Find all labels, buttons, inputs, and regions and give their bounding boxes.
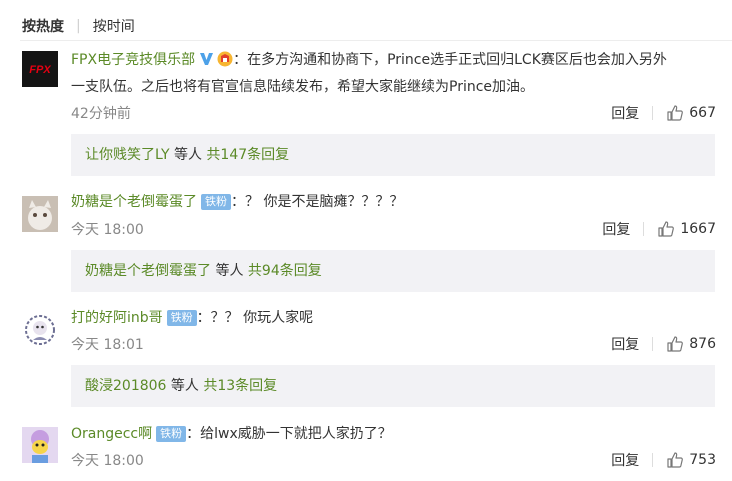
like-count: 876 <box>689 336 716 352</box>
fan-level-badge: 铁粉 <box>166 310 197 326</box>
header-divider <box>20 40 732 41</box>
action-divider <box>652 337 654 351</box>
sort-separator: | <box>76 18 81 34</box>
comment-meta: 今天 18:00 回复 1667 <box>71 219 716 239</box>
reply-author[interactable]: 让你贱笑了LY <box>85 147 170 163</box>
like-count: 753 <box>689 452 716 468</box>
action-divider <box>652 453 654 467</box>
comment-username[interactable]: Orangecc啊 <box>71 426 152 442</box>
cartoon-avatar-icon <box>22 312 58 348</box>
comment-time: 今天 18:01 <box>71 337 144 353</box>
reply-mid-text: 等人 <box>169 147 207 163</box>
reply-count-link[interactable]: 共94条回复 <box>248 263 322 279</box>
comment-time: 42分钟前 <box>71 106 131 122</box>
comment-actions: 回复 1667 <box>602 219 716 239</box>
svg-text:FPX: FPX <box>29 64 51 76</box>
reply-mid-text: 等人 <box>211 263 248 279</box>
comment-username[interactable]: FPX电子竞技俱乐部 <box>71 52 195 68</box>
reply-button[interactable]: 回复 <box>611 450 639 470</box>
comment-text-line-1: FPX电子竞技俱乐部 ：在多方沟通和协商下，Prince选手正式回归LCK赛区后也… <box>71 48 716 72</box>
replies-summary[interactable]: 让你贱笑了LY 等人 共147条回复 <box>71 134 715 176</box>
fan-level-badge: 铁粉 <box>201 194 231 210</box>
fan-level-badge: 铁粉 <box>156 426 187 442</box>
sort-by-hot-tab[interactable]: 按热度 <box>22 16 64 36</box>
action-divider <box>643 222 645 236</box>
comment-text-line-1: 奶糖是个老倒霉蛋了 铁粉：？ 你是不是脑瘫？？？？ <box>71 190 716 214</box>
comment-text-line-1: 打的好阿inb哥 铁粉：？？ 你玩人家呢 <box>71 306 716 330</box>
like-count: 1667 <box>680 221 716 237</box>
avatar[interactable] <box>22 312 58 348</box>
reply-author[interactable]: 奶糖是个老倒霉蛋了 <box>85 263 211 279</box>
thumbs-up-icon[interactable] <box>657 220 675 238</box>
thumbs-up-icon[interactable] <box>666 335 684 353</box>
comment-body: ：？？ 你玩人家呢 <box>196 310 314 326</box>
reply-button[interactable]: 回复 <box>611 334 639 354</box>
avatar[interactable] <box>22 427 58 463</box>
comment-text-line-2: 一支队伍。之后也将有官宣信息陆续发布，希望大家能继续为Prince加油。 <box>71 79 535 95</box>
replies-summary[interactable]: 奶糖是个老倒霉蛋了 等人 共94条回复 <box>71 250 715 292</box>
comment-actions: 回复 753 <box>611 450 716 470</box>
comment-username[interactable]: 打的好阿inb哥 <box>71 310 163 326</box>
reply-count-link[interactable]: 共147条回复 <box>206 147 289 163</box>
comment-meta: 今天 18:01 回复 876 <box>71 334 716 354</box>
verified-v-icon <box>200 53 214 65</box>
comment-actions: 回复 876 <box>611 334 716 354</box>
comment-username[interactable]: 奶糖是个老倒霉蛋了 <box>71 194 197 210</box>
sort-bar: 按热度 | 按时间 <box>22 16 135 36</box>
sort-by-time-tab[interactable]: 按时间 <box>93 16 135 36</box>
cat-avatar-icon <box>22 196 58 232</box>
replies-summary[interactable]: 酸浸201806 等人 共13条回复 <box>71 365 715 407</box>
avatar[interactable]: FPX <box>22 51 58 87</box>
fan-badge-icon <box>217 51 233 67</box>
comment-body: ：在多方沟通和协商下，Prince选手正式回归LCK赛区后也会加入另外 <box>233 52 667 68</box>
comment-time: 今天 18:00 <box>71 222 144 238</box>
thumbs-up-icon[interactable] <box>666 451 684 469</box>
comment-meta: 42分钟前 回复 667 <box>71 103 716 123</box>
like-count: 667 <box>689 105 716 121</box>
thumbs-up-icon[interactable] <box>666 104 684 122</box>
cartoon-avatar-icon <box>22 427 58 463</box>
fpx-logo-icon: FPX <box>22 51 58 87</box>
comment-actions: 回复 667 <box>611 103 716 123</box>
reply-author[interactable]: 酸浸201806 <box>85 378 166 394</box>
reply-mid-text: 等人 <box>166 378 204 394</box>
action-divider <box>652 106 654 120</box>
avatar[interactable] <box>22 196 58 232</box>
comment-meta: 今天 18:00 回复 753 <box>71 450 716 470</box>
comment-time: 今天 18:00 <box>71 453 144 469</box>
reply-button[interactable]: 回复 <box>602 219 630 239</box>
comment-body: ：给lwx威胁一下就把人家扔了？ <box>186 426 392 442</box>
comment-text-line-1: Orangecc啊 铁粉 ：给lwx威胁一下就把人家扔了？ <box>71 422 716 446</box>
reply-button[interactable]: 回复 <box>611 103 639 123</box>
reply-count-link[interactable]: 共13条回复 <box>203 378 277 394</box>
comment-body: ：？ 你是不是脑瘫？？？？ <box>231 194 404 210</box>
